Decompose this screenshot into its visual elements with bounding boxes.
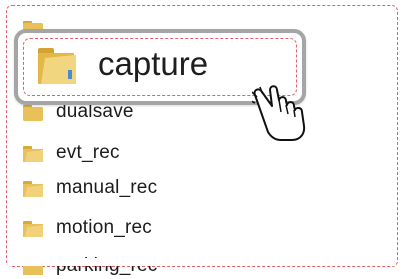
folder-label-capture: capture — [98, 45, 209, 82]
folder-label: manual_rec — [56, 177, 158, 198]
folder-icon — [23, 146, 43, 162]
folder-label: evt_rec — [56, 142, 120, 163]
list-item-evt-rec[interactable]: evt_rec — [23, 140, 120, 166]
folder-label: motion_rec — [56, 217, 152, 238]
list-item-parking-rec[interactable]: parking_rec — [23, 253, 157, 279]
folder-icon — [23, 181, 43, 197]
list-item-motion-rec[interactable]: motion_rec — [23, 215, 152, 241]
folder-icon — [23, 221, 43, 237]
folder-icon — [23, 105, 43, 121]
hand-pointer-icon — [252, 85, 306, 141]
folder-icon — [38, 48, 76, 84]
bottom-fade — [8, 258, 396, 266]
list-item-manual-rec[interactable]: manual_rec — [23, 175, 157, 201]
